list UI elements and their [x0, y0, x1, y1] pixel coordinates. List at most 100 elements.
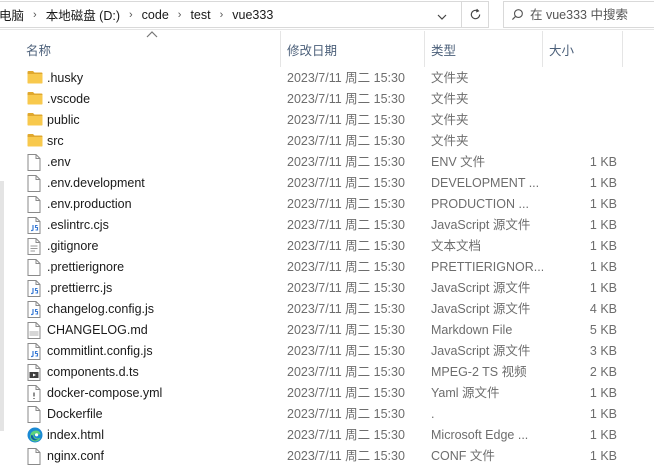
- folder-icon: [27, 112, 43, 129]
- file-size: [547, 89, 617, 110]
- file-modified-date: 2023/7/11 周二 15:30: [287, 302, 405, 316]
- yaml-file-icon: [27, 385, 43, 402]
- file-row[interactable]: commitlint.config.js 2023/7/11 周二 15:30 Ja…: [20, 341, 654, 362]
- file-type: PRETTIERIGNOR...: [431, 260, 543, 274]
- file-type: DEVELOPMENT ...: [431, 176, 540, 190]
- column-header-size[interactable]: 大小: [542, 31, 622, 67]
- file-name[interactable]: nginx.conf: [47, 446, 277, 465]
- file-row[interactable]: changelog.config.js 2023/7/11 周二 15:30 Jav…: [20, 299, 654, 320]
- file-row[interactable]: .eslintrc.cjs 2023/7/11 周二 15:30 JavaScrip…: [20, 215, 654, 236]
- file-name[interactable]: .prettierignore: [47, 257, 277, 278]
- breadcrumb-code[interactable]: code: [140, 8, 171, 22]
- address-history-dropdown[interactable]: [429, 3, 455, 27]
- file-name[interactable]: CHANGELOG.md: [47, 320, 277, 341]
- file-name[interactable]: components.d.ts: [47, 362, 277, 383]
- edge-browser-icon: [27, 427, 43, 444]
- breadcrumb-test[interactable]: test: [188, 8, 212, 22]
- file-row[interactable]: public 2023/7/11 周二 15:30 文件夹: [20, 110, 654, 131]
- file-modified-date: 2023/7/11 周二 15:30: [287, 92, 405, 106]
- js-file-icon: [27, 217, 43, 234]
- file-file-icon: [27, 448, 43, 465]
- file-modified-date: 2023/7/11 周二 15:30: [287, 134, 405, 148]
- breadcrumb-drive-d[interactable]: 本地磁盘 (D:): [44, 5, 122, 24]
- file-size: 1 KB: [589, 197, 617, 211]
- navigation-pane-scrollbar[interactable]: [0, 181, 4, 431]
- file-size: 1 KB: [589, 155, 617, 169]
- address-toolbar: 电脑 › 本地磁盘 (D:) › code › test › vue333: [0, 0, 654, 30]
- breadcrumb-vue333[interactable]: vue333: [230, 8, 275, 22]
- address-bar[interactable]: 电脑 › 本地磁盘 (D:) › code › test › vue333: [0, 1, 489, 28]
- breadcrumb-separator[interactable]: ›: [213, 9, 231, 21]
- file-modified-date: 2023/7/11 周二 15:30: [287, 386, 405, 400]
- file-row[interactable]: .husky 2023/7/11 周二 15:30 文件夹: [20, 68, 654, 89]
- file-size: [547, 68, 617, 89]
- file-row[interactable]: .prettierrc.js 2023/7/11 周二 15:30 JavaScri…: [20, 278, 654, 299]
- file-file-icon: [27, 154, 43, 171]
- breadcrumb-separator[interactable]: ›: [171, 9, 189, 21]
- column-header-type[interactable]: 类型: [424, 31, 542, 67]
- refresh-button[interactable]: [461, 1, 489, 28]
- file-name[interactable]: src: [47, 131, 277, 152]
- file-row[interactable]: CHANGELOG.md 2023/7/11 周二 15:30 Markdown F…: [20, 320, 654, 341]
- file-name[interactable]: docker-compose.yml: [47, 383, 277, 404]
- breadcrumb-separator[interactable]: ›: [122, 9, 140, 21]
- file-name[interactable]: .env.development: [47, 173, 277, 194]
- file-size: 1 KB: [589, 428, 617, 442]
- file-name[interactable]: index.html: [47, 425, 277, 446]
- file-row[interactable]: index.html 2023/7/11 周二 15:30 Microsoft Ed…: [20, 425, 654, 446]
- js-file-icon: [27, 343, 43, 360]
- file-modified-date: 2023/7/11 周二 15:30: [287, 281, 405, 295]
- file-type: Markdown File: [431, 323, 513, 337]
- file-row[interactable]: .prettierignore 2023/7/11 周二 15:30 PRETTIE…: [20, 257, 654, 278]
- search-icon: [504, 8, 530, 21]
- chevron-down-icon: [437, 14, 447, 20]
- file-name[interactable]: commitlint.config.js: [47, 341, 277, 362]
- video-file-icon: [27, 364, 43, 381]
- file-row[interactable]: .vscode 2023/7/11 周二 15:30 文件夹: [20, 89, 654, 110]
- file-row[interactable]: .gitignore 2023/7/11 周二 15:30 文本文档 1 KB: [20, 236, 654, 257]
- column-header-size-label: 大小: [549, 43, 575, 58]
- file-row[interactable]: nginx.conf 2023/7/11 周二 15:30 CONF 文件 1 KB: [20, 446, 654, 465]
- file-row[interactable]: docker-compose.yml 2023/7/11 周二 15:30 Yaml…: [20, 383, 654, 404]
- search-input[interactable]: [530, 7, 650, 22]
- file-size: 1 KB: [589, 386, 617, 400]
- folder-icon: [27, 91, 43, 108]
- file-type: 文件夹: [431, 92, 469, 106]
- file-size: 1 KB: [589, 281, 617, 295]
- file-list-scrollbar-area[interactable]: [627, 31, 654, 465]
- file-name[interactable]: public: [47, 110, 277, 131]
- file-name[interactable]: changelog.config.js: [47, 299, 277, 320]
- file-name[interactable]: .vscode: [47, 89, 277, 110]
- file-name[interactable]: Dockerfile: [47, 404, 277, 425]
- breadcrumb-this-pc[interactable]: 电脑: [0, 5, 26, 24]
- file-row[interactable]: .env 2023/7/11 周二 15:30 ENV 文件 1 KB: [20, 152, 654, 173]
- column-header-name[interactable]: 名称: [20, 31, 280, 67]
- file-file-icon: [27, 175, 43, 192]
- column-headers: 名称 修改日期 类型 大小: [20, 31, 654, 67]
- file-name[interactable]: .eslintrc.cjs: [47, 215, 277, 236]
- file-modified-date: 2023/7/11 周二 15:30: [287, 113, 405, 127]
- file-row[interactable]: .env.production 2023/7/11 周二 15:30 PRODUCT…: [20, 194, 654, 215]
- file-name[interactable]: .env.production: [47, 194, 277, 215]
- file-name[interactable]: .husky: [47, 68, 277, 89]
- file-name[interactable]: .prettierrc.js: [47, 278, 277, 299]
- file-modified-date: 2023/7/11 周二 15:30: [287, 218, 405, 232]
- folder-icon: [27, 133, 43, 150]
- file-name[interactable]: .env: [47, 152, 277, 173]
- file-modified-date: 2023/7/11 周二 15:30: [287, 71, 405, 85]
- file-size: 1 KB: [589, 239, 617, 253]
- column-header-date[interactable]: 修改日期: [280, 31, 424, 67]
- file-name[interactable]: .gitignore: [47, 236, 277, 257]
- file-modified-date: 2023/7/11 周二 15:30: [287, 407, 405, 421]
- file-modified-date: 2023/7/11 周二 15:30: [287, 155, 405, 169]
- file-row[interactable]: .env.development 2023/7/11 周二 15:30 DEVELO…: [20, 173, 654, 194]
- file-row[interactable]: src 2023/7/11 周二 15:30 文件夹: [20, 131, 654, 152]
- navigation-pane-edge: [0, 31, 20, 465]
- file-type: JavaScript 源文件: [431, 302, 531, 316]
- search-box[interactable]: [503, 1, 654, 28]
- file-row[interactable]: Dockerfile 2023/7/11 周二 15:30. 1 KB: [20, 404, 654, 425]
- breadcrumb-separator[interactable]: ›: [26, 9, 44, 21]
- file-row[interactable]: components.d.ts 2023/7/11 周二 15:30 MPEG-2 …: [20, 362, 654, 383]
- js-file-icon: [27, 280, 43, 297]
- column-header-date-label: 修改日期: [287, 43, 338, 58]
